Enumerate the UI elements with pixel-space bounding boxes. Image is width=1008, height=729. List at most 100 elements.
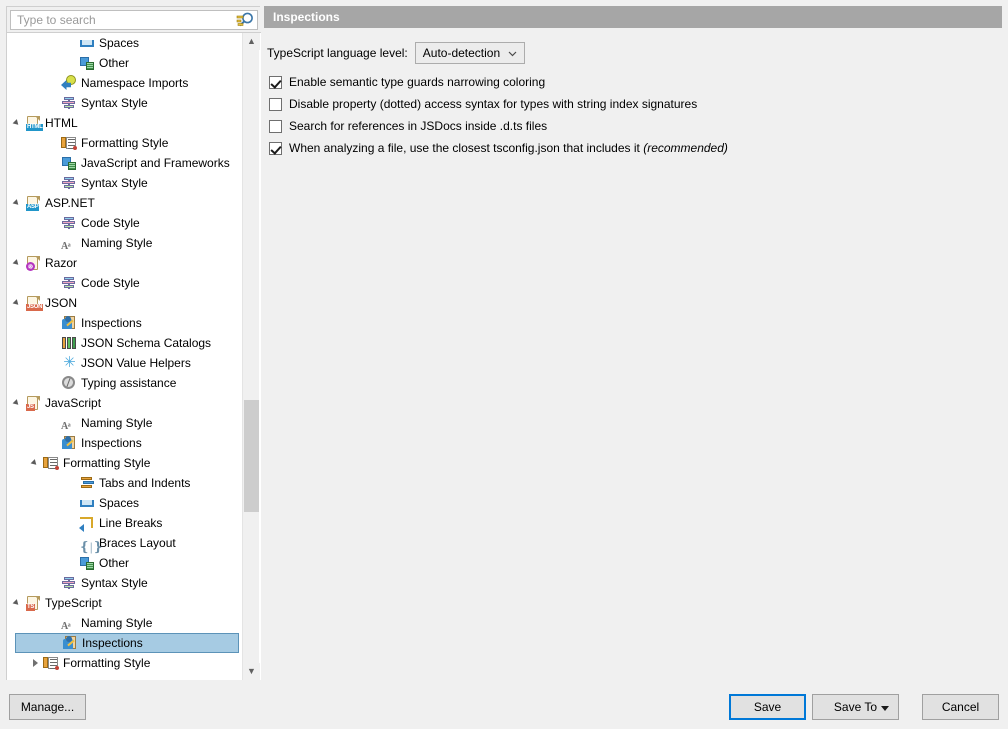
- page-title: Inspections: [264, 6, 1002, 28]
- tree-item[interactable]: AᵃNaming Style: [7, 613, 239, 633]
- tree-item[interactable]: Typing assistance: [7, 373, 239, 393]
- twisty-expanded-icon[interactable]: [12, 193, 25, 213]
- tree-item-label: TypeScript: [45, 593, 102, 613]
- search-box[interactable]: [10, 10, 258, 30]
- other-icon: [61, 155, 77, 171]
- ts-file-icon: TS: [25, 595, 41, 611]
- search-icon[interactable]: [236, 12, 254, 29]
- tree-item-label: Braces Layout: [99, 533, 176, 553]
- chevron-up-icon[interactable]: ▲: [243, 33, 260, 50]
- tree-item[interactable]: Code Style: [7, 213, 239, 233]
- naming-icon: Aᵃ: [61, 235, 77, 251]
- language-level-select[interactable]: Auto-detection: [415, 42, 525, 64]
- tree-item-label: Naming Style: [81, 413, 152, 433]
- tree-item[interactable]: HTMLHTML: [7, 113, 239, 133]
- save-button[interactable]: Save: [729, 694, 806, 720]
- twisty-expanded-icon[interactable]: [12, 113, 25, 133]
- tree-item[interactable]: AᵃNaming Style: [7, 413, 239, 433]
- option-row[interactable]: Enable semantic type guards narrowing co…: [269, 72, 545, 92]
- twisty-spacer: [48, 73, 61, 93]
- tree-item[interactable]: ASPASP.NET: [7, 193, 239, 213]
- tree-item[interactable]: Formatting Style: [7, 653, 239, 673]
- option-row[interactable]: When analyzing a file, use the closest t…: [269, 138, 728, 158]
- twisty-expanded-icon[interactable]: [12, 593, 25, 613]
- checkbox[interactable]: [269, 76, 282, 89]
- tree-item[interactable]: ✳JSON Value Helpers: [7, 353, 239, 373]
- tree-item[interactable]: Formatting Style: [7, 133, 239, 153]
- tree-item[interactable]: @Razor: [7, 253, 239, 273]
- search-input[interactable]: [11, 11, 229, 29]
- cancel-button[interactable]: Cancel: [922, 694, 999, 720]
- twisty-spacer: [48, 413, 61, 433]
- typing-icon: [61, 375, 77, 391]
- tree-item[interactable]: Other: [7, 553, 239, 573]
- tree-item[interactable]: Inspections: [7, 433, 239, 453]
- tree-item[interactable]: JSONJSON: [7, 293, 239, 313]
- twisty-spacer: [48, 173, 61, 193]
- asp-file-icon: ASP: [25, 195, 41, 211]
- tree-item-label: Razor: [45, 253, 77, 273]
- settings-tree[interactable]: SpacesOtherNamespace ImportsSyntax Style…: [7, 33, 261, 680]
- tree-scrollbar[interactable]: ▲ ▼: [242, 33, 259, 680]
- tree-item[interactable]: Code Style: [7, 273, 239, 293]
- tree-item[interactable]: Namespace Imports: [7, 73, 239, 93]
- tree-item-label: JavaScript: [45, 393, 101, 413]
- tree-item[interactable]: Other: [7, 53, 239, 73]
- other-icon: [79, 55, 95, 71]
- settings-detail-pane: Inspections TypeScript language level: A…: [264, 6, 1002, 680]
- tree-item-selected[interactable]: Inspections: [15, 633, 239, 653]
- tree-item[interactable]: JavaScript and Frameworks: [7, 153, 239, 173]
- inspections-icon: [61, 315, 77, 331]
- tree-item-label: JavaScript and Frameworks: [81, 153, 230, 173]
- tree-item[interactable]: Spaces: [7, 33, 239, 53]
- tree-item[interactable]: ❴|❵Braces Layout: [7, 533, 239, 553]
- tree-item-label: Other: [99, 53, 129, 73]
- twisty-spacer: [66, 553, 79, 573]
- tree-item-label: Formatting Style: [81, 133, 168, 153]
- chevron-down-icon[interactable]: ▼: [243, 663, 260, 680]
- tree-item[interactable]: TSTypeScript: [7, 593, 239, 613]
- option-row[interactable]: Disable property (dotted) access syntax …: [269, 94, 697, 114]
- tree-item[interactable]: AᵃNaming Style: [7, 233, 239, 253]
- checkbox[interactable]: [269, 142, 282, 155]
- option-row[interactable]: Search for references in JSDocs inside .…: [269, 116, 547, 136]
- options-dialog: SpacesOtherNamespace ImportsSyntax Style…: [0, 0, 1008, 729]
- twisty-expanded-icon[interactable]: [12, 253, 25, 273]
- tree-item[interactable]: JSJavaScript: [7, 393, 239, 413]
- tree-item[interactable]: Tabs and Indents: [7, 473, 239, 493]
- inspections-icon: [61, 435, 77, 451]
- js-file-icon: JS: [25, 395, 41, 411]
- manage-button[interactable]: Manage...: [9, 694, 86, 720]
- twisty-expanded-icon[interactable]: [12, 393, 25, 413]
- format-icon: [43, 455, 59, 471]
- checkbox[interactable]: [269, 98, 282, 111]
- checkbox[interactable]: [269, 120, 282, 133]
- tree-item-label: Code Style: [81, 213, 140, 233]
- namespace-icon: [61, 75, 77, 91]
- twisty-expanded-icon[interactable]: [30, 453, 43, 473]
- tree-item[interactable]: Line Breaks: [7, 513, 239, 533]
- twisty-spacer: [49, 634, 62, 654]
- twisty-spacer: [48, 213, 61, 233]
- tree-item-label: Formatting Style: [63, 653, 150, 673]
- tree-item[interactable]: Formatting Style: [7, 453, 239, 473]
- twisty-expanded-icon[interactable]: [12, 293, 25, 313]
- tree-item[interactable]: Syntax Style: [7, 573, 239, 593]
- scrollbar-thumb[interactable]: [244, 400, 259, 512]
- tree-item[interactable]: Spaces: [7, 493, 239, 513]
- syntax-icon: [61, 95, 77, 111]
- tree-item[interactable]: Syntax Style: [7, 93, 239, 113]
- option-text: Search for references in JSDocs inside .…: [289, 119, 547, 133]
- save-to-label: Save To: [834, 700, 877, 714]
- option-text: When analyzing a file, use the closest t…: [289, 141, 643, 155]
- settings-tree-pane: SpacesOtherNamespace ImportsSyntax Style…: [6, 6, 260, 680]
- tree-item[interactable]: Inspections: [7, 313, 239, 333]
- twisty-spacer: [66, 533, 79, 553]
- twisty-spacer: [48, 93, 61, 113]
- save-to-button[interactable]: Save To: [812, 694, 899, 720]
- tree-item[interactable]: Syntax Style: [7, 173, 239, 193]
- twisty-collapsed-icon[interactable]: [30, 653, 43, 673]
- spaces-icon: [79, 495, 95, 511]
- tree-item-label: JSON Value Helpers: [81, 353, 191, 373]
- tree-item[interactable]: JSON Schema Catalogs: [7, 333, 239, 353]
